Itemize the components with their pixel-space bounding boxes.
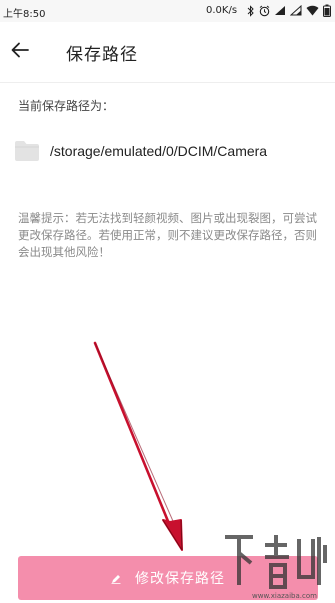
status-bar: 上午8:50 0.0K/s	[0, 0, 335, 22]
sim-signal-icon	[290, 5, 302, 16]
red-arrow-icon	[93, 341, 183, 551]
warning-tip: 温馨提示：若无法找到轻颜视频、图片或出现裂图，可尝试更改保存路径。若使用正常，则…	[18, 211, 317, 259]
network-speed: 0.0K/s	[206, 5, 238, 16]
alarm-icon	[259, 5, 270, 17]
sim-signal-icon	[274, 5, 286, 16]
bluetooth-icon	[247, 4, 255, 17]
app-header: 保存路径	[0, 22, 335, 82]
folder-icon	[14, 140, 40, 162]
status-icons	[247, 4, 331, 17]
status-time: 上午8:50	[3, 9, 46, 20]
current-path-value: /storage/emulated/0/DCIM/Camera	[50, 143, 268, 159]
page-title: 保存路径	[66, 45, 138, 65]
app-screen: 上午8:50 0.0K/s 保存路径 当前保存路径为： /storage/emu…	[0, 0, 335, 603]
pencil-icon	[111, 569, 121, 588]
back-button[interactable]	[8, 40, 32, 64]
modify-save-path-label: 修改保存路径	[135, 571, 225, 587]
current-path-row: /storage/emulated/0/DCIM/Camera	[14, 137, 324, 165]
arrow-left-icon	[11, 42, 29, 62]
annotation-arrow	[93, 341, 183, 551]
header-divider	[0, 82, 335, 83]
current-path-label: 当前保存路径为：	[18, 99, 115, 113]
battery-icon	[323, 4, 331, 17]
watermark-url: www.xiazaiba.com	[252, 592, 317, 600]
wifi-icon	[306, 5, 319, 16]
